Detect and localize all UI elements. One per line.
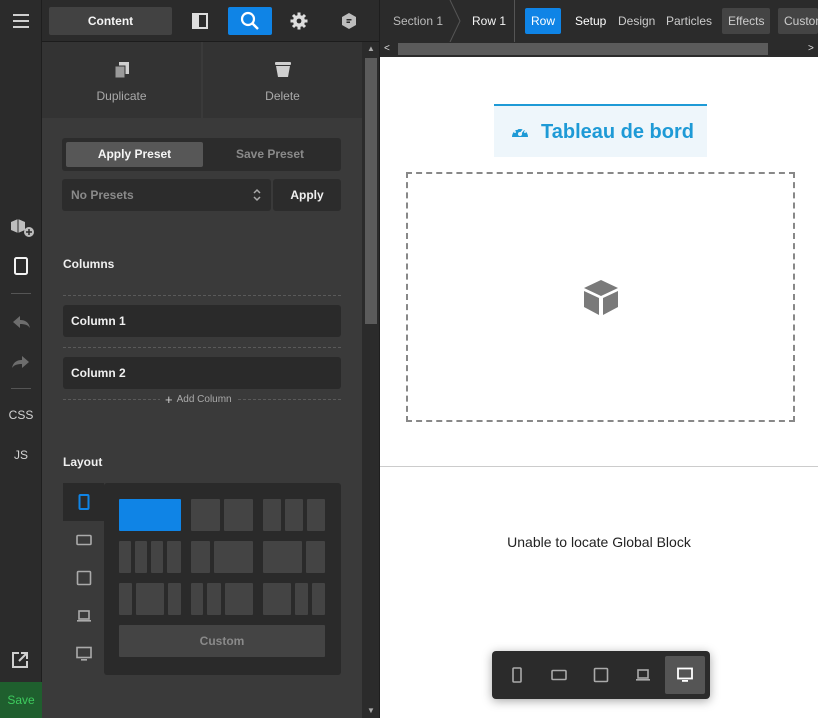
layout-option-1-1-2[interactable]: [207, 583, 221, 615]
layout-option-2-1-1[interactable]: [295, 583, 308, 615]
column-item[interactable]: Column 1: [63, 305, 341, 337]
layout-option-2col[interactable]: [191, 499, 220, 531]
layout-device-laptop-icon[interactable]: [63, 597, 104, 635]
device-laptop-icon[interactable]: [623, 656, 663, 694]
preset-select[interactable]: No Presets: [62, 179, 271, 211]
search-icon: [240, 11, 259, 30]
scroll-down-icon[interactable]: ▼: [365, 706, 377, 716]
mobile-icon[interactable]: [0, 256, 42, 276]
breadcrumb-section[interactable]: Section 1: [393, 0, 443, 42]
hamburger-icon[interactable]: [0, 10, 42, 32]
add-column-label: Add Column: [176, 394, 232, 405]
add-block-icon[interactable]: [0, 215, 42, 239]
apply-button[interactable]: Apply: [273, 179, 341, 211]
device-desktop-icon[interactable]: [665, 656, 705, 694]
panel-scrollbar-thumb[interactable]: [365, 58, 377, 324]
layout-option-3col[interactable]: [285, 499, 303, 531]
add-column-button[interactable]: + Add Column: [160, 392, 237, 407]
duplicate-icon: [114, 62, 129, 79]
layout-option-2col[interactable]: [224, 499, 253, 531]
trash-icon: [275, 62, 291, 77]
undo-icon[interactable]: [0, 312, 42, 332]
scroll-up-icon[interactable]: ▲: [365, 44, 377, 54]
layout-option-2-1[interactable]: [263, 541, 302, 573]
layout-option-2-1-1[interactable]: [312, 583, 325, 615]
layout-option-2-1[interactable]: [306, 541, 325, 573]
columns-title: Columns: [63, 257, 115, 271]
external-link-icon[interactable]: [0, 650, 42, 670]
layout-title: Layout: [63, 455, 103, 469]
layout-device-mobile-icon[interactable]: [63, 483, 104, 521]
gear-icon[interactable]: [282, 7, 316, 35]
empty-block-placeholder[interactable]: [406, 172, 795, 422]
layout-option-4col[interactable]: [151, 541, 163, 573]
tab-design[interactable]: Design: [612, 8, 661, 34]
tab-custom[interactable]: Custom: [778, 8, 818, 34]
dashboard-heading-block[interactable]: Tableau de bord: [494, 104, 707, 157]
delete-button[interactable]: Delete: [203, 42, 362, 118]
select-arrows-icon: [253, 188, 261, 202]
layout-option-1-1-2[interactable]: [191, 583, 203, 615]
duplicate-label: Duplicate: [96, 89, 147, 103]
layout-option-1col[interactable]: [119, 499, 181, 531]
delete-label: Delete: [265, 89, 300, 103]
tabs-scrollbar[interactable]: < >: [380, 42, 818, 57]
layout-option-3col[interactable]: [263, 499, 281, 531]
device-tablet-landscape-icon[interactable]: [539, 656, 579, 694]
panel-toggle-icon[interactable]: [183, 7, 217, 35]
layout-option-4col[interactable]: [135, 541, 147, 573]
layout-option-1-2[interactable]: [214, 541, 253, 573]
search-button[interactable]: [228, 7, 272, 35]
plus-icon: +: [165, 392, 173, 407]
tabs-scrollbar-thumb[interactable]: [398, 43, 768, 55]
layout-option-1-2-1[interactable]: [119, 583, 132, 615]
layout-option-4col[interactable]: [119, 541, 131, 573]
tab-setup[interactable]: Setup: [569, 8, 612, 34]
tab-particles[interactable]: Particles: [660, 8, 718, 34]
apply-preset-tab[interactable]: Apply Preset: [66, 142, 203, 167]
layout-option-1-2[interactable]: [191, 541, 210, 573]
column-item[interactable]: Column 2: [63, 357, 341, 389]
device-tablet-icon[interactable]: [581, 656, 621, 694]
preset-select-value: No Presets: [71, 188, 134, 202]
redo-icon[interactable]: [0, 352, 42, 372]
left-rail: CSS JS Save: [0, 0, 42, 718]
scroll-right-icon[interactable]: >: [808, 43, 814, 54]
breadcrumb: Section 1 Row 1 Row Setup Design Particl…: [380, 0, 818, 42]
device-mobile-icon[interactable]: [497, 656, 537, 694]
layout-option-1-2-1[interactable]: [168, 583, 181, 615]
tag-icon[interactable]: [332, 7, 366, 35]
dashboard-heading: Tableau de bord: [541, 121, 694, 143]
layout-option-3col[interactable]: [307, 499, 325, 531]
tab-row[interactable]: Row: [525, 8, 562, 34]
global-block-message: Unable to locate Global Block: [507, 534, 691, 550]
layout-device-desktop-icon[interactable]: [63, 635, 104, 673]
duplicate-button[interactable]: Duplicate: [42, 42, 201, 118]
layout-option-2-1-1[interactable]: [263, 583, 291, 615]
save-button[interactable]: Save: [0, 682, 42, 718]
layout-device-tablet-landscape-icon[interactable]: [63, 521, 104, 559]
layout-option-1-1-2[interactable]: [225, 583, 253, 615]
layout-device-tablet-icon[interactable]: [63, 559, 104, 597]
breadcrumb-separator-icon: [449, 0, 461, 42]
breadcrumb-row[interactable]: Row 1: [472, 0, 506, 42]
content-button[interactable]: Content: [49, 7, 172, 35]
panel-topbar: Content: [42, 0, 379, 42]
js-button[interactable]: JS: [0, 448, 42, 462]
cube-icon: [584, 280, 618, 315]
save-preset-tab[interactable]: Save Preset: [203, 142, 337, 167]
scroll-left-icon[interactable]: <: [384, 43, 390, 54]
layout-option-1-2-1[interactable]: [136, 583, 164, 615]
preset-tabs: Apply Preset Save Preset: [62, 138, 341, 171]
settings-panel: Content Duplicate Delete Apply Preset Sa…: [42, 0, 379, 718]
tab-effects[interactable]: Effects: [722, 8, 771, 34]
custom-layout-button[interactable]: Custom: [119, 625, 325, 657]
device-switcher: [492, 651, 710, 699]
css-button[interactable]: CSS: [0, 408, 42, 422]
preview-canvas: Tableau de bord Unable to locate Global …: [380, 57, 818, 718]
dashboard-gauge-icon: [512, 128, 528, 137]
layout-option-4col[interactable]: [167, 541, 181, 573]
